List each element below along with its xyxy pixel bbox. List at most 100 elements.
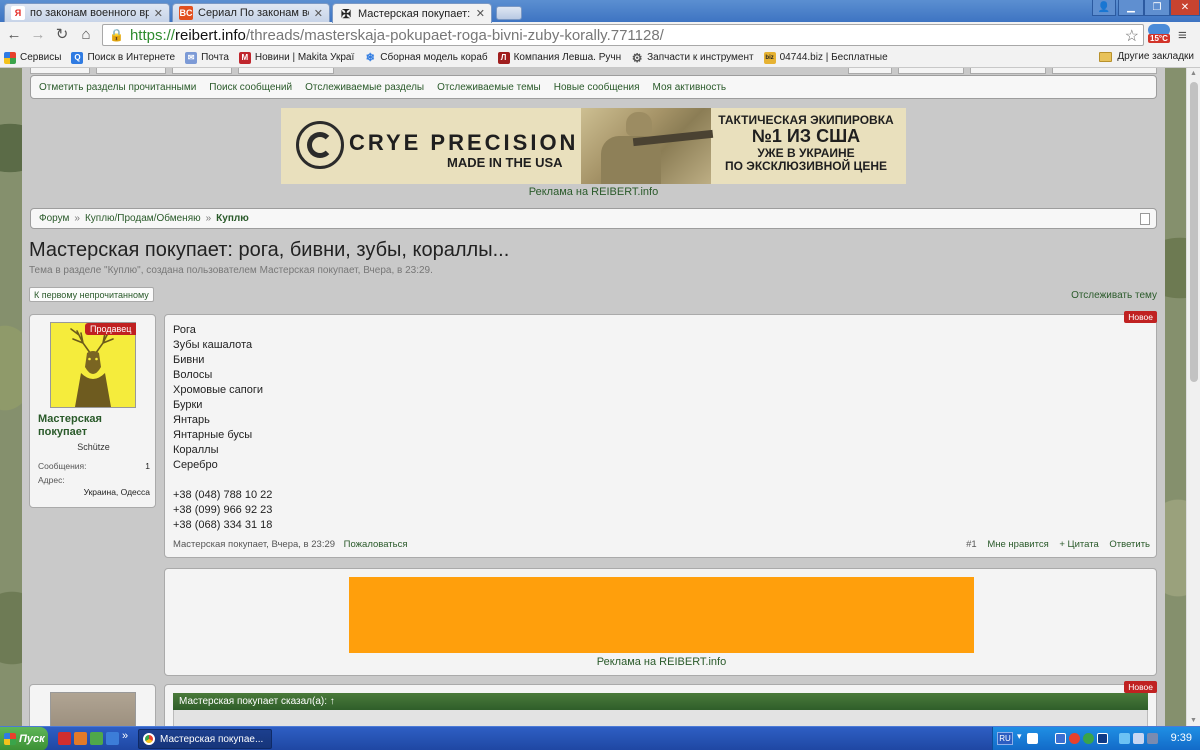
windows-flag-icon bbox=[4, 733, 16, 745]
home-button[interactable]: ⌂ bbox=[76, 26, 96, 44]
nav-tab[interactable] bbox=[172, 68, 232, 74]
first-unread-button[interactable]: К первому непрочитанному bbox=[29, 287, 154, 302]
post-meta[interactable]: Мастерская покупает, Вчера, в 23:29 bbox=[173, 539, 335, 550]
tray-chevron-icon[interactable]: ▾ bbox=[1017, 731, 1022, 742]
minimize-button[interactable]: ▁ bbox=[1118, 0, 1144, 16]
back-button[interactable]: ← bbox=[4, 26, 24, 44]
bookmark-mail[interactable]: ✉ Почта bbox=[185, 51, 229, 64]
bookmark-makita[interactable]: M Новини | Makita Украї bbox=[238, 51, 354, 64]
breadcrumb-trade[interactable]: Куплю/Продам/Обменяю bbox=[85, 213, 201, 224]
username-link[interactable]: Мастерская покупает bbox=[38, 413, 118, 439]
quote-link[interactable]: + Цитата bbox=[1059, 539, 1098, 550]
avatar[interactable] bbox=[50, 692, 136, 726]
ad-caption-link[interactable]: Реклама на REIBERT.info bbox=[281, 186, 906, 198]
new-tab-button[interactable] bbox=[496, 6, 522, 20]
bookmark-star-icon[interactable]: ☆ bbox=[1125, 26, 1139, 46]
scrollbar-thumb[interactable] bbox=[1190, 82, 1198, 382]
page-viewport: Отметить разделы прочитанными Поиск сооб… bbox=[0, 68, 1186, 726]
reply-link[interactable]: Ответить bbox=[1109, 539, 1150, 550]
taskbar-chrome-window[interactable]: Мастерская покупае... bbox=[138, 729, 272, 749]
tab-serial[interactable]: BC Сериал По законам вое ✕ bbox=[172, 3, 330, 22]
post-line bbox=[173, 473, 272, 488]
media-icon[interactable] bbox=[74, 732, 87, 745]
bookmark-services[interactable]: Сервисы bbox=[4, 51, 62, 64]
page-scrollbar[interactable]: ▲ ▼ bbox=[1186, 68, 1200, 726]
chevron-icon[interactable]: » bbox=[122, 730, 128, 742]
report-link[interactable]: Пожаловаться bbox=[344, 539, 408, 550]
bookmark-search[interactable]: Q Поиск в Интернете bbox=[71, 51, 175, 64]
crye-logo-icon bbox=[296, 121, 344, 169]
weather-extension[interactable]: 15°C bbox=[1148, 24, 1172, 46]
quote-header[interactable]: Мастерская покупает сказал(а): ↑ bbox=[173, 693, 1148, 710]
start-button[interactable]: Пуск bbox=[0, 727, 48, 750]
breadcrumb-current[interactable]: Куплю bbox=[216, 213, 249, 224]
close-icon[interactable]: ✕ bbox=[154, 7, 163, 20]
clock[interactable]: 9:39 bbox=[1171, 732, 1192, 744]
nav-tab[interactable] bbox=[96, 68, 166, 74]
nav-tab[interactable] bbox=[898, 68, 964, 74]
forward-button[interactable]: → bbox=[28, 26, 48, 44]
address-bar[interactable]: 🔒 https:// reibert.info /threads/masters… bbox=[102, 24, 1144, 46]
ad-banner[interactable] bbox=[349, 577, 974, 653]
scroll-down-icon[interactable]: ▼ bbox=[1190, 717, 1197, 724]
crye-precision-banner[interactable]: CRYE PRECISION MADE IN THE USA ТАКТИЧЕСК… bbox=[281, 108, 906, 184]
tab-yandex[interactable]: Я по законам военного време ✕ bbox=[4, 3, 170, 22]
soldier-image bbox=[581, 108, 714, 184]
network-icon[interactable] bbox=[1055, 733, 1066, 744]
new-posts-link[interactable]: Новые сообщения bbox=[554, 82, 640, 93]
connection-icon[interactable] bbox=[1119, 733, 1130, 744]
close-icon[interactable]: ✕ bbox=[314, 7, 323, 20]
nav-tab[interactable] bbox=[30, 68, 90, 74]
opera-icon[interactable] bbox=[58, 732, 71, 745]
watched-threads-link[interactable]: Отслеживаемые темы bbox=[437, 82, 541, 93]
mark-forums-read-link[interactable]: Отметить разделы прочитанными bbox=[39, 82, 196, 93]
nav-tab[interactable] bbox=[238, 68, 334, 74]
drive-icon[interactable] bbox=[90, 732, 103, 745]
taskbar-window-label: Мастерская покупае... bbox=[160, 733, 264, 745]
volume-icon[interactable] bbox=[1133, 733, 1144, 744]
search-posts-link[interactable]: Поиск сообщений bbox=[209, 82, 292, 93]
post-message: Рога Зубы кашалота Бивни Волосы Хромовые… bbox=[173, 323, 272, 533]
bookmark-levsha[interactable]: Л Компания Левша. Ручн bbox=[497, 51, 621, 64]
language-indicator[interactable]: RU bbox=[997, 732, 1013, 745]
start-label: Пуск bbox=[19, 733, 45, 745]
yandex-favicon-icon: Я bbox=[11, 6, 25, 20]
other-bookmarks[interactable]: Другие закладки bbox=[1099, 51, 1194, 62]
address-value: Украина, Одесса bbox=[83, 487, 150, 497]
nav-tab[interactable] bbox=[1052, 68, 1157, 74]
messages-value[interactable]: 1 bbox=[145, 461, 150, 471]
close-icon[interactable]: ✕ bbox=[476, 7, 485, 20]
tab-reibert[interactable]: ✠ Мастерская покупает: рога ✕ bbox=[332, 3, 492, 23]
bookmark-04744[interactable]: biz 04744.biz | Бесплатные bbox=[763, 51, 888, 64]
biz-icon: biz bbox=[763, 51, 776, 64]
antivirus-icon[interactable] bbox=[1083, 733, 1094, 744]
display-icon[interactable] bbox=[1147, 733, 1158, 744]
my-activity-link[interactable]: Моя активность bbox=[653, 82, 727, 93]
close-window-button[interactable]: ✕ bbox=[1170, 0, 1200, 16]
scroll-up-icon[interactable]: ▲ bbox=[1190, 70, 1197, 77]
help-icon[interactable] bbox=[1027, 733, 1038, 744]
maximize-button[interactable]: ❐ bbox=[1144, 0, 1170, 16]
post-number[interactable]: #1 bbox=[966, 539, 977, 550]
bookmark-parts[interactable]: ⚙ Запчасти к инструмент bbox=[631, 51, 754, 65]
breadcrumb-forum[interactable]: Форум bbox=[39, 213, 69, 224]
menu-icon[interactable]: ≡ bbox=[1178, 27, 1187, 44]
post-line: Янтарные бусы bbox=[173, 429, 253, 441]
messages-label: Сообщения: bbox=[38, 461, 87, 471]
nav-tab[interactable] bbox=[848, 68, 892, 74]
page-icon[interactable] bbox=[1140, 213, 1150, 225]
app-icon[interactable] bbox=[106, 732, 119, 745]
chrome-tray-icon[interactable] bbox=[1069, 733, 1080, 744]
weather-temp: 15°C bbox=[1148, 34, 1170, 43]
like-link[interactable]: Мне нравится bbox=[987, 539, 1048, 550]
watch-thread-link[interactable]: Отслеживать тему bbox=[1071, 290, 1157, 301]
post-line: Янтарь bbox=[173, 414, 210, 426]
reload-button[interactable]: ↻ bbox=[52, 26, 72, 44]
nav-tab[interactable] bbox=[970, 68, 1046, 74]
bookmark-label: Сервисы bbox=[20, 52, 62, 63]
watched-forums-link[interactable]: Отслеживаемые разделы bbox=[305, 82, 424, 93]
user-icon[interactable]: 👤 bbox=[1092, 0, 1116, 16]
app-tray-icon[interactable] bbox=[1097, 733, 1108, 744]
bookmark-model[interactable]: ❄ Сборная модель кораб bbox=[364, 52, 488, 64]
ad-caption-link[interactable]: Реклама на REIBERT.info bbox=[165, 656, 1158, 668]
